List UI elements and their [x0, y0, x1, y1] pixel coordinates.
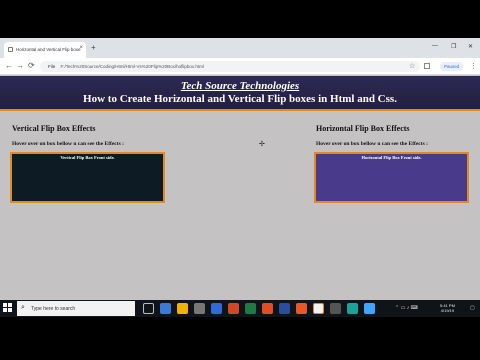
mouse-cursor-icon: ✢ — [259, 141, 265, 148]
vertical-hint: Hover over on box bellow u can see the E… — [12, 141, 124, 147]
system-clock[interactable]: 5:41 PM 4/19/19 — [440, 303, 455, 313]
horizontal-flip-box[interactable]: Horizontal Flip Box Front side. — [314, 152, 469, 203]
task-view-icon[interactable] — [143, 303, 154, 314]
profile-paused-button[interactable]: Paused — [440, 62, 464, 71]
app-icon[interactable] — [296, 303, 307, 314]
tab-strip: Horizontal and Vertical Flip boxe × + — … — [0, 38, 480, 58]
search-icon: ⌕ — [21, 304, 25, 311]
app-icon[interactable] — [347, 303, 358, 314]
clock-date: 4/19/19 — [440, 308, 455, 313]
app-icon[interactable] — [330, 303, 341, 314]
vertical-heading: Vertical Flip Box Effects — [12, 124, 96, 133]
page-title: How to Create Horizontal and Vertical Fl… — [83, 93, 397, 105]
windows-start-icon[interactable] — [3, 303, 13, 313]
bookmark-star-icon[interactable]: ☆ — [409, 62, 415, 70]
excel-icon[interactable] — [245, 303, 256, 314]
close-tab-icon[interactable]: × — [79, 45, 83, 51]
horizontal-heading: Horizontal Flip Box Effects — [316, 124, 410, 133]
powerpoint-icon[interactable] — [228, 303, 239, 314]
word-icon[interactable] — [211, 303, 222, 314]
extension-icon[interactable] — [424, 63, 430, 69]
back-icon[interactable]: ← — [5, 61, 13, 70]
app-icon[interactable] — [262, 303, 273, 314]
address-bar[interactable]: File F:/Tech%20Source/Coding/Html/Html-V… — [40, 61, 420, 72]
chrome-icon[interactable] — [313, 303, 324, 314]
new-tab-button[interactable]: + — [91, 43, 96, 52]
page-header: Tech Source Technologies How to Create H… — [0, 76, 480, 111]
url-scheme-label: File — [48, 64, 56, 69]
horizontal-section: Horizontal Flip Box Effects Hover over o… — [316, 124, 428, 147]
page-icon — [8, 47, 13, 52]
horizontal-hint: Hover over on box bellow u can see the E… — [316, 141, 428, 147]
search-placeholder: Type here to search — [31, 306, 76, 312]
file-explorer-icon[interactable] — [177, 303, 188, 314]
close-window-button[interactable]: ✕ — [468, 43, 473, 50]
taskbar-search-input[interactable]: ⌕ Type here to search — [17, 301, 135, 316]
app-icon[interactable] — [160, 303, 171, 314]
url-text: F:/Tech%20Source/Coding/Html/Html-Vs%20F… — [60, 64, 204, 69]
windows-taskbar: ⌕ Type here to search ⌃ ▭ ♪ ⌨ 5:41 PM 4/… — [0, 300, 480, 317]
forward-icon[interactable]: → — [16, 61, 24, 70]
browser-toolbar: ← → ⟳ File F:/Tech%20Source/Coding/Html/… — [0, 58, 480, 75]
photoshop-icon[interactable] — [279, 303, 290, 314]
vertical-section: Vertical Flip Box Effects Hover over on … — [12, 124, 124, 147]
letterbox-bottom — [0, 317, 480, 360]
vertical-front-text: Vertical Flip Box Front side. — [60, 155, 115, 160]
brand-link[interactable]: Tech Source Technologies — [0, 76, 480, 92]
tray-icons[interactable]: ⌃ ▭ ♪ ⌨ — [395, 305, 418, 311]
reload-icon[interactable]: ⟳ — [28, 61, 35, 70]
calculator-icon[interactable] — [194, 303, 205, 314]
minimize-button[interactable]: — — [432, 43, 438, 49]
tab-flipbox[interactable]: Horizontal and Vertical Flip boxe × — [4, 42, 86, 58]
vertical-flip-box[interactable]: Vertical Flip Box Front side. — [10, 152, 165, 203]
app-icon[interactable] — [364, 303, 375, 314]
tab-title: Horizontal and Vertical Flip boxe — [16, 47, 81, 52]
web-page: Tech Source Technologies How to Create H… — [0, 76, 480, 321]
horizontal-front-text: Horizontal Flip Box Front side. — [361, 155, 422, 160]
notification-icon[interactable]: ▢ — [470, 305, 475, 311]
menu-icon[interactable]: ⋮ — [470, 62, 477, 70]
maximize-button[interactable]: ❐ — [451, 43, 456, 50]
